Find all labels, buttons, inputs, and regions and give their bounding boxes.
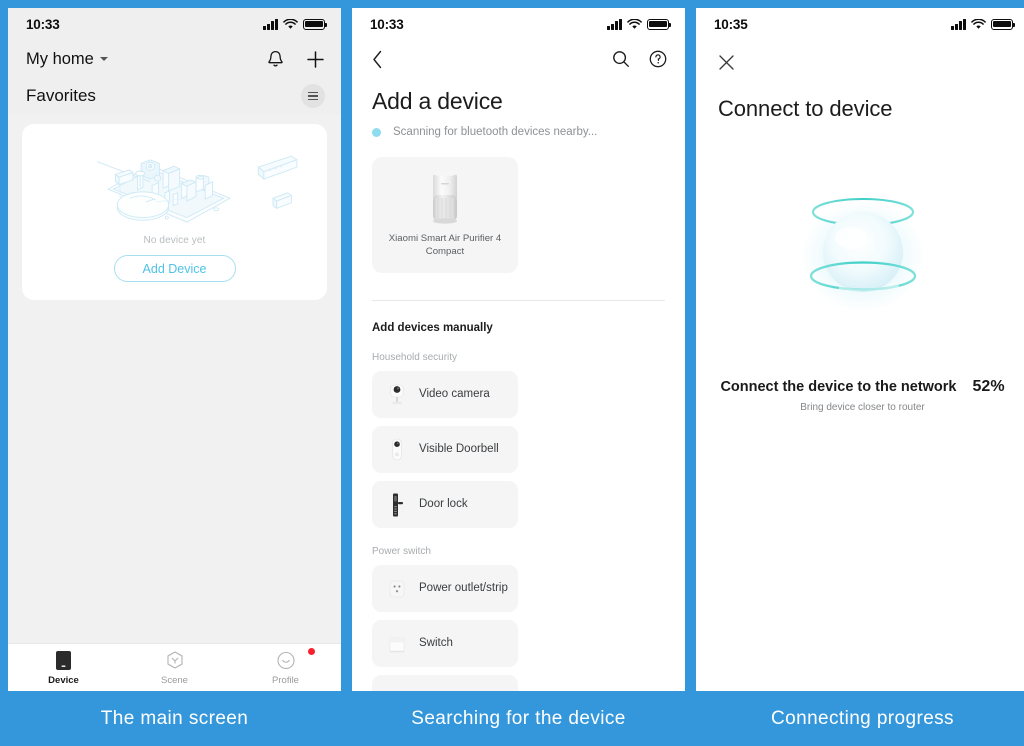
add-device-button[interactable]: Add Device bbox=[113, 255, 236, 282]
device-option-label: Visible Doorbell bbox=[419, 443, 499, 456]
close-x-icon[interactable] bbox=[718, 54, 735, 71]
progress-label: Connect the device to the network bbox=[720, 379, 957, 395]
orb-container bbox=[718, 160, 1007, 350]
status-icons bbox=[263, 18, 328, 30]
caption-searching: Searching for the device bbox=[411, 707, 626, 729]
device-option-visible-doorbell[interactable]: Visible Doorbell bbox=[372, 426, 518, 473]
signal-bars-icon bbox=[607, 18, 622, 30]
wifi-icon bbox=[627, 18, 642, 29]
connect-body: Connect to device Connect the device to … bbox=[696, 84, 1024, 691]
empty-state-text: No device yet bbox=[143, 235, 206, 247]
smart-home-devices-illustration bbox=[96, 155, 298, 223]
plus-icon[interactable] bbox=[306, 50, 325, 69]
wifi-icon bbox=[283, 18, 298, 29]
manual-section-title: Add devices manually bbox=[372, 322, 493, 334]
signal-bars-icon bbox=[951, 18, 966, 30]
tab-scene[interactable]: Scene bbox=[119, 650, 230, 686]
battery-full-icon bbox=[991, 18, 1016, 30]
group-grid-power-switch: Power outlet/strip Switch bbox=[372, 565, 665, 691]
remote-control-icon bbox=[384, 684, 410, 692]
panel-main-screen: 10:33 My home Favorites No device yet Ad… bbox=[8, 8, 341, 746]
scene-hexagon-icon bbox=[166, 650, 183, 669]
profile-notification-badge bbox=[308, 647, 315, 655]
tab-device-label: Device bbox=[48, 674, 79, 686]
caption-connecting: Connecting progress bbox=[771, 707, 954, 729]
hamburger-icon[interactable] bbox=[301, 84, 325, 108]
home-selector[interactable]: My home bbox=[26, 50, 108, 69]
page-title: Add a device bbox=[372, 88, 503, 114]
phone-frame-1: 10:33 My home Favorites No device yet Ad… bbox=[8, 8, 341, 691]
group-title-power-switch: Power switch bbox=[372, 546, 431, 557]
phone-frame-2: 10:33 Add a device Scanning for bluetoot… bbox=[352, 8, 685, 691]
page-title-3: Connect to device bbox=[718, 96, 893, 121]
screenshot-stage: 10:33 My home Favorites No device yet Ad… bbox=[0, 0, 1024, 746]
search-icon[interactable] bbox=[612, 50, 630, 68]
favorites-body: No device yet Add Device bbox=[8, 114, 341, 643]
status-icons-2 bbox=[607, 18, 672, 30]
battery-full-icon bbox=[647, 18, 672, 30]
favorites-title: Favorites bbox=[26, 86, 96, 105]
nav-bar-2 bbox=[352, 40, 685, 78]
device-option-remote-control[interactable]: Remote control bbox=[372, 675, 518, 691]
wall-switch-icon bbox=[384, 629, 410, 659]
device-option-door-lock[interactable]: Door lock bbox=[372, 481, 518, 528]
scanning-status: Scanning for bluetooth devices nearby... bbox=[372, 126, 665, 138]
add-device-scroll[interactable]: Add a device Scanning for bluetooth devi… bbox=[352, 78, 685, 691]
group-grid-household-security: Video camera Visible Doorbell Door lock bbox=[372, 371, 665, 528]
panel-searching: 10:33 Add a device Scanning for bluetoot… bbox=[352, 8, 685, 746]
found-device-card[interactable]: Xiaomi Smart Air Purifier 4 Compact bbox=[372, 157, 518, 273]
status-bar-2: 10:33 bbox=[352, 8, 685, 40]
device-option-power-outlet[interactable]: Power outlet/strip bbox=[372, 565, 518, 612]
device-option-label: Door lock bbox=[419, 498, 468, 511]
tab-profile[interactable]: Profile bbox=[230, 647, 341, 686]
status-bar-1: 10:33 bbox=[8, 8, 341, 40]
wifi-icon bbox=[971, 18, 986, 29]
scanning-text: Scanning for bluetooth devices nearby... bbox=[393, 126, 598, 138]
battery-full-icon bbox=[303, 18, 328, 30]
status-clock-2: 10:33 bbox=[370, 16, 404, 32]
caption-main-screen: The main screen bbox=[100, 707, 249, 729]
group-title-household-security: Household security bbox=[372, 352, 458, 363]
tab-profile-label: Profile bbox=[272, 674, 299, 686]
progress-row: Connect the device to the network 52% bbox=[718, 378, 1007, 396]
home-header: My home Favorites bbox=[8, 40, 341, 114]
panel-connecting: 10:35 Connect to device Connect the devi… bbox=[696, 8, 1024, 746]
power-outlet-icon bbox=[384, 574, 410, 604]
signal-bars-icon bbox=[263, 18, 278, 30]
status-clock-3: 10:35 bbox=[714, 16, 748, 32]
device-option-switch[interactable]: Switch bbox=[372, 620, 518, 667]
progress-percent: 52% bbox=[972, 378, 1005, 395]
doorbell-icon bbox=[384, 435, 410, 465]
chevron-down-icon bbox=[99, 56, 108, 61]
empty-state-card: No device yet Add Device bbox=[22, 124, 327, 300]
scanning-dot-icon bbox=[372, 127, 381, 137]
home-name: My home bbox=[26, 49, 94, 68]
found-device-name: Xiaomi Smart Air Purifier 4 Compact bbox=[388, 233, 502, 257]
section-divider bbox=[372, 300, 665, 301]
bell-icon[interactable] bbox=[267, 50, 284, 69]
nav-bar-3 bbox=[696, 40, 1024, 84]
profile-smiley-icon bbox=[276, 651, 295, 669]
device-option-label: Switch bbox=[419, 637, 453, 650]
device-option-label: Video camera bbox=[419, 388, 490, 401]
tab-device[interactable]: Device bbox=[8, 650, 119, 686]
device-option-label: Power outlet/strip bbox=[419, 582, 508, 595]
chevron-left-icon[interactable] bbox=[372, 50, 383, 69]
video-camera-icon bbox=[384, 380, 410, 410]
connecting-orb-animation bbox=[800, 197, 925, 312]
air-purifier-icon bbox=[433, 170, 457, 224]
progress-subtext: Bring device closer to router bbox=[800, 402, 925, 413]
device-icon bbox=[56, 650, 71, 670]
tab-scene-label: Scene bbox=[161, 674, 188, 686]
help-circle-icon[interactable] bbox=[649, 50, 667, 68]
device-option-video-camera[interactable]: Video camera bbox=[372, 371, 518, 418]
phone-frame-3: 10:35 Connect to device Connect the devi… bbox=[696, 8, 1024, 691]
status-clock: 10:33 bbox=[26, 16, 60, 32]
status-bar-3: 10:35 bbox=[696, 8, 1024, 40]
status-icons-3 bbox=[951, 18, 1016, 30]
door-lock-icon bbox=[384, 490, 410, 520]
bottom-tab-bar: Device Scene Profile bbox=[8, 643, 341, 691]
